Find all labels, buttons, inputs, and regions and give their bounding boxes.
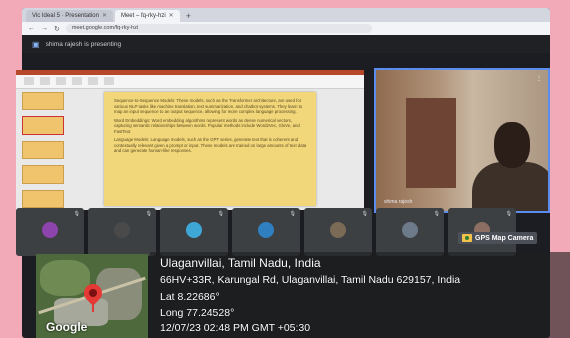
participant-tile[interactable]: 🎙 [304, 208, 372, 256]
participant-tiles: 🎙 🎙 🎙 🎙 🎙 🎙 🎙 [16, 208, 528, 258]
map-terrain [40, 260, 90, 296]
presenting-text: shima rajesh is presenting [45, 40, 122, 48]
reload-icon[interactable]: ↻ [54, 25, 60, 33]
more-options-icon[interactable]: ⋮ [536, 75, 542, 82]
slide-body: Sequence-to-Sequence Models: These model… [114, 98, 308, 157]
participant-tile[interactable]: 🎙 [160, 208, 228, 256]
slide-thumbnail[interactable] [22, 189, 64, 209]
presenter-camera-tile[interactable]: ⋮ shima rajesh [374, 68, 550, 213]
slide-thumbnail[interactable] [22, 92, 64, 111]
ribbon-button[interactable] [88, 77, 98, 85]
present-screen-icon: ▣ [32, 39, 40, 49]
current-slide: Sequence-to-Sequence Models: These model… [104, 92, 316, 206]
slide-paragraph: Word Embeddings: Word embedding algorith… [114, 117, 300, 134]
slide-thumbnail[interactable] [22, 140, 64, 160]
gps-address: 66HV+33R, Karungal Rd, Ulaganvillai, Tam… [160, 274, 461, 286]
avatar [114, 222, 130, 238]
ribbon-buttons [24, 77, 114, 85]
presenting-bar: ▣ shima rajesh is presenting [22, 35, 550, 53]
gps-longitude: Long 77.24528° [160, 307, 235, 319]
mic-off-icon: 🎙 [73, 211, 80, 217]
ribbon-button[interactable] [40, 77, 50, 85]
avatar [402, 222, 418, 238]
presenter-head [494, 122, 530, 168]
participant-tile[interactable]: 🎙 [232, 208, 300, 256]
google-logo: Google [46, 320, 88, 334]
avatar [186, 222, 202, 238]
ribbon-button[interactable] [56, 77, 66, 85]
gps-map-camera-badge: GPS Map Camera [458, 232, 538, 244]
tab-label: Meet – fq-rky-hzi [120, 13, 166, 19]
slide-thumbnail-selected[interactable] [22, 116, 64, 135]
browser-tab-meet[interactable]: Meet – fq-rky-hzi ✕ [114, 10, 180, 22]
gps-camera-icon [462, 234, 472, 242]
address-bar: ← → ↻ meet.google.com/fq-rky-hzi [22, 22, 550, 35]
slide-paragraph: Sequence-to-Sequence Models: These model… [114, 98, 303, 114]
gps-location-title: Ulaganvillai, Tamil Nadu, India [160, 256, 321, 270]
close-icon[interactable]: ✕ [102, 10, 107, 22]
mic-off-icon: 🎙 [505, 211, 512, 217]
browser-tab-strip: Vic Ideal 5 · Presentation ✕ Meet – fq-r… [22, 8, 550, 22]
gps-latitude: Lat 8.22686° [160, 291, 220, 303]
mic-off-icon: 🎙 [145, 211, 152, 217]
mic-off-icon: 🎙 [433, 211, 440, 217]
ribbon-button[interactable] [104, 77, 114, 85]
camera-door [406, 98, 456, 188]
mic-off-icon: 🎙 [289, 211, 296, 217]
slide-paragraph: Language Models: Language models, such a… [114, 137, 307, 153]
participant-tile[interactable]: 🎙 [16, 208, 84, 256]
powerpoint-ribbon [16, 70, 364, 89]
mic-off-icon: 🎙 [361, 211, 368, 217]
browser-tab-presentation[interactable]: Vic Ideal 5 · Presentation ✕ [26, 10, 113, 22]
shared-screen-stage: Sequence-to-Sequence Models: These model… [16, 70, 364, 210]
avatar [258, 222, 274, 238]
slide-thumbnail[interactable] [22, 165, 64, 184]
new-tab-icon[interactable]: + [182, 10, 195, 22]
gps-badge-label: GPS Map Camera [475, 234, 534, 242]
close-icon[interactable]: ✕ [169, 10, 174, 22]
back-icon[interactable]: ← [28, 25, 35, 32]
mic-off-icon: 🎙 [217, 211, 224, 217]
url-field[interactable]: meet.google.com/fq-rky-hzi [65, 24, 372, 33]
avatar [42, 222, 58, 238]
slide-thumbnails [22, 92, 68, 209]
participant-tile[interactable]: 🎙 [376, 208, 444, 256]
ribbon-button[interactable] [72, 77, 82, 85]
tab-label: Vic Ideal 5 · Presentation [32, 13, 99, 19]
presenter-body [472, 162, 548, 211]
gps-timestamp: 12/07/23 02:48 PM GMT +05:30 [160, 322, 311, 334]
camera-name-label: shima rajesh [384, 199, 413, 205]
participant-tile[interactable]: 🎙 [88, 208, 156, 256]
forward-icon[interactable]: → [41, 25, 48, 32]
ribbon-titlebar [16, 70, 364, 75]
avatar [330, 222, 346, 238]
ribbon-button[interactable] [24, 77, 34, 85]
